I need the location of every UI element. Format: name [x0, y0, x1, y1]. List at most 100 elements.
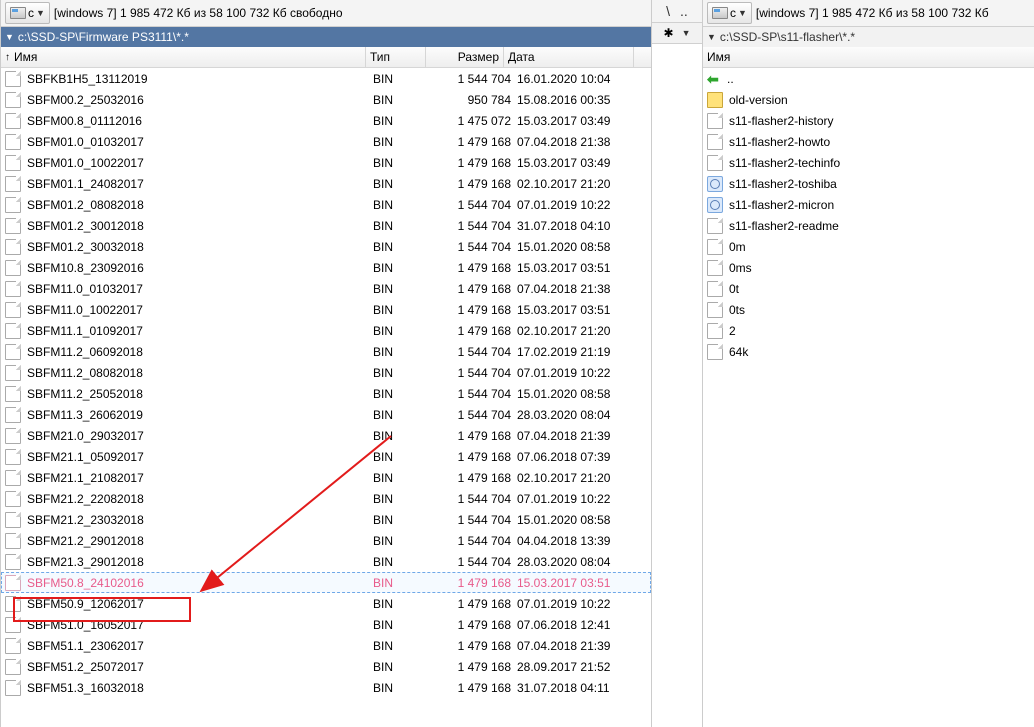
table-row[interactable]: SBFM51.2_25072017BIN1 479 16828.09.2017 … [1, 656, 651, 677]
chevron-down-icon[interactable]: ▼ [5, 32, 14, 42]
table-row[interactable]: SBFM50.8_24102016BIN1 479 16815.03.2017 … [1, 572, 651, 593]
table-row[interactable]: SBFM00.8_01112016BIN1 475 07215.03.2017 … [1, 110, 651, 131]
mid-toolbar: \ .. [652, 0, 702, 23]
file-ext: BIN [373, 219, 433, 233]
file-name: SBFM01.2_30032018 [27, 240, 373, 254]
table-row[interactable]: SBFM11.1_01092017BIN1 479 16802.10.2017 … [1, 320, 651, 341]
drive-button[interactable]: c ▼ [707, 2, 752, 24]
favorites-icon[interactable]: ✱ [664, 26, 674, 40]
table-row[interactable]: SBFM01.1_24082017BIN1 479 16802.10.2017 … [1, 173, 651, 194]
file-date: 07.01.2019 10:22 [517, 492, 647, 506]
file-ext: BIN [373, 639, 433, 653]
chevron-down-icon[interactable]: ▼ [707, 32, 716, 42]
chevron-down-icon[interactable]: ▼ [682, 28, 691, 38]
table-row[interactable]: SBFM21.3_29012018BIN1 544 70428.03.2020 … [1, 551, 651, 572]
drive-button[interactable]: c ▼ [5, 2, 50, 24]
list-item[interactable]: s11-flasher2-howto [703, 131, 1034, 152]
file-name: SBFM01.0_10022017 [27, 156, 373, 170]
folder-icon [707, 92, 723, 108]
table-row[interactable]: SBFM01.0_01032017BIN1 479 16807.04.2018 … [1, 131, 651, 152]
file-size: 1 479 168 [433, 681, 517, 695]
file-name: SBFM21.1_05092017 [27, 450, 373, 464]
root-button[interactable]: \ [666, 3, 670, 19]
file-name: SBFM11.1_01092017 [27, 324, 373, 338]
file-icon [5, 680, 21, 696]
header-date[interactable]: Дата [504, 47, 634, 67]
item-name: s11-flasher2-history [729, 114, 1030, 128]
table-row[interactable]: SBFM21.1_21082017BIN1 479 16802.10.2017 … [1, 467, 651, 488]
table-row[interactable]: SBFM51.0_16052017BIN1 479 16807.06.2018 … [1, 614, 651, 635]
list-item[interactable]: 2 [703, 320, 1034, 341]
table-row[interactable]: SBFM01.2_08082018BIN1 544 70407.01.2019 … [1, 194, 651, 215]
table-row[interactable]: SBFM00.2_25032016BIN950 78415.08.2016 00… [1, 89, 651, 110]
item-name: 0m [729, 240, 1030, 254]
file-ext: BIN [373, 345, 433, 359]
list-scroll[interactable]: ⬅..old-version s11-flasher2-history s11-fl… [703, 68, 1034, 727]
file-icon [5, 344, 21, 360]
table-row[interactable]: SBFKB1H5_13112019BIN1 544 70416.01.2020 … [1, 68, 651, 89]
table-row[interactable]: SBFM50.9_12062017BIN1 479 16807.01.2019 … [1, 593, 651, 614]
table-row[interactable]: SBFM10.8_23092016BIN1 479 16815.03.2017 … [1, 257, 651, 278]
file-size: 1 479 168 [433, 471, 517, 485]
file-size: 1 479 168 [433, 429, 517, 443]
list-item[interactable]: s11-flasher2-history [703, 110, 1034, 131]
list-item[interactable]: 0ms [703, 257, 1034, 278]
file-name: SBFM11.2_08082018 [27, 366, 373, 380]
file-size: 1 544 704 [433, 492, 517, 506]
table-row[interactable]: SBFM11.0_01032017BIN1 479 16807.04.2018 … [1, 278, 651, 299]
table-row[interactable]: SBFM21.2_23032018BIN1 544 70415.01.2020 … [1, 509, 651, 530]
table-row[interactable]: SBFM21.1_05092017BIN1 479 16807.06.2018 … [1, 446, 651, 467]
table-row[interactable]: SBFM11.0_10022017BIN1 479 16815.03.2017 … [1, 299, 651, 320]
list-item[interactable]: s11-flasher2-readme [703, 215, 1034, 236]
list-item[interactable]: s11-flasher2-techinfo [703, 152, 1034, 173]
file-ext: BIN [373, 261, 433, 275]
item-name: s11-flasher2-readme [729, 219, 1030, 233]
list-item[interactable]: old-version [703, 89, 1034, 110]
table-row[interactable]: SBFM11.2_08082018BIN1 544 70407.01.2019 … [1, 362, 651, 383]
table-row[interactable]: SBFM51.1_23062017BIN1 479 16807.04.2018 … [1, 635, 651, 656]
list-scroll[interactable]: SBFKB1H5_13112019BIN1 544 70416.01.2020 … [1, 68, 651, 727]
header-size[interactable]: Размер [426, 47, 504, 67]
file-ext: BIN [373, 240, 433, 254]
header-name[interactable]: ↑Имя [1, 47, 366, 67]
path-text: c:\SSD-SP\s11-flasher\*.* [720, 30, 1030, 44]
file-name: SBFM21.2_29012018 [27, 534, 373, 548]
table-row[interactable]: SBFM01.2_30032018BIN1 544 70415.01.2020 … [1, 236, 651, 257]
list-item[interactable]: 64k [703, 341, 1034, 362]
table-row[interactable]: SBFM11.2_25052018BIN1 544 70415.01.2020 … [1, 383, 651, 404]
header-ext[interactable]: Тип [366, 47, 426, 67]
right-path-bar[interactable]: ▼ c:\SSD-SP\s11-flasher\*.* [703, 27, 1034, 47]
table-row[interactable]: SBFM01.0_10022017BIN1 479 16815.03.2017 … [1, 152, 651, 173]
file-icon [5, 617, 21, 633]
table-row[interactable]: SBFM51.3_16032018BIN1 479 16831.07.2018 … [1, 677, 651, 698]
left-file-list: SBFKB1H5_13112019BIN1 544 70416.01.2020 … [1, 68, 651, 727]
up-dir-button[interactable]: .. [680, 3, 688, 19]
file-date: 02.10.2017 21:20 [517, 471, 647, 485]
file-name: SBFKB1H5_13112019 [27, 72, 373, 86]
table-row[interactable]: SBFM11.3_26062019BIN1 544 70428.03.2020 … [1, 404, 651, 425]
list-item[interactable]: s11-flasher2-micron [703, 194, 1034, 215]
file-date: 02.10.2017 21:20 [517, 177, 647, 191]
left-path-bar[interactable]: ▼ c:\SSD-SP\Firmware PS3111\*.* [1, 27, 651, 47]
up-arrow-icon: ⬅ [707, 72, 721, 86]
right-panel: c ▼ [windows 7] 1 985 472 Кб из 58 100 7… [702, 0, 1034, 727]
list-item[interactable]: 0t [703, 278, 1034, 299]
list-item[interactable]: s11-flasher2-toshiba [703, 173, 1034, 194]
table-row[interactable]: SBFM11.2_06092018BIN1 544 70417.02.2019 … [1, 341, 651, 362]
file-icon [707, 218, 723, 234]
file-ext: BIN [373, 114, 433, 128]
list-item[interactable]: 0m [703, 236, 1034, 257]
header-name[interactable]: Имя [703, 47, 1034, 67]
file-ext: BIN [373, 93, 433, 107]
file-date: 07.04.2018 21:38 [517, 135, 647, 149]
table-row[interactable]: SBFM21.2_29012018BIN1 544 70404.04.2018 … [1, 530, 651, 551]
list-item[interactable]: ⬅.. [703, 68, 1034, 89]
file-size: 950 784 [433, 93, 517, 107]
list-item[interactable]: 0ts [703, 299, 1034, 320]
table-row[interactable]: SBFM01.2_30012018BIN1 544 70431.07.2018 … [1, 215, 651, 236]
table-row[interactable]: SBFM21.2_22082018BIN1 544 70407.01.2019 … [1, 488, 651, 509]
table-row[interactable]: SBFM21.0_29032017BIN1 479 16807.04.2018 … [1, 425, 651, 446]
file-name: SBFM11.0_01032017 [27, 282, 373, 296]
file-date: 07.01.2019 10:22 [517, 366, 647, 380]
drive-letter: c [28, 6, 34, 20]
